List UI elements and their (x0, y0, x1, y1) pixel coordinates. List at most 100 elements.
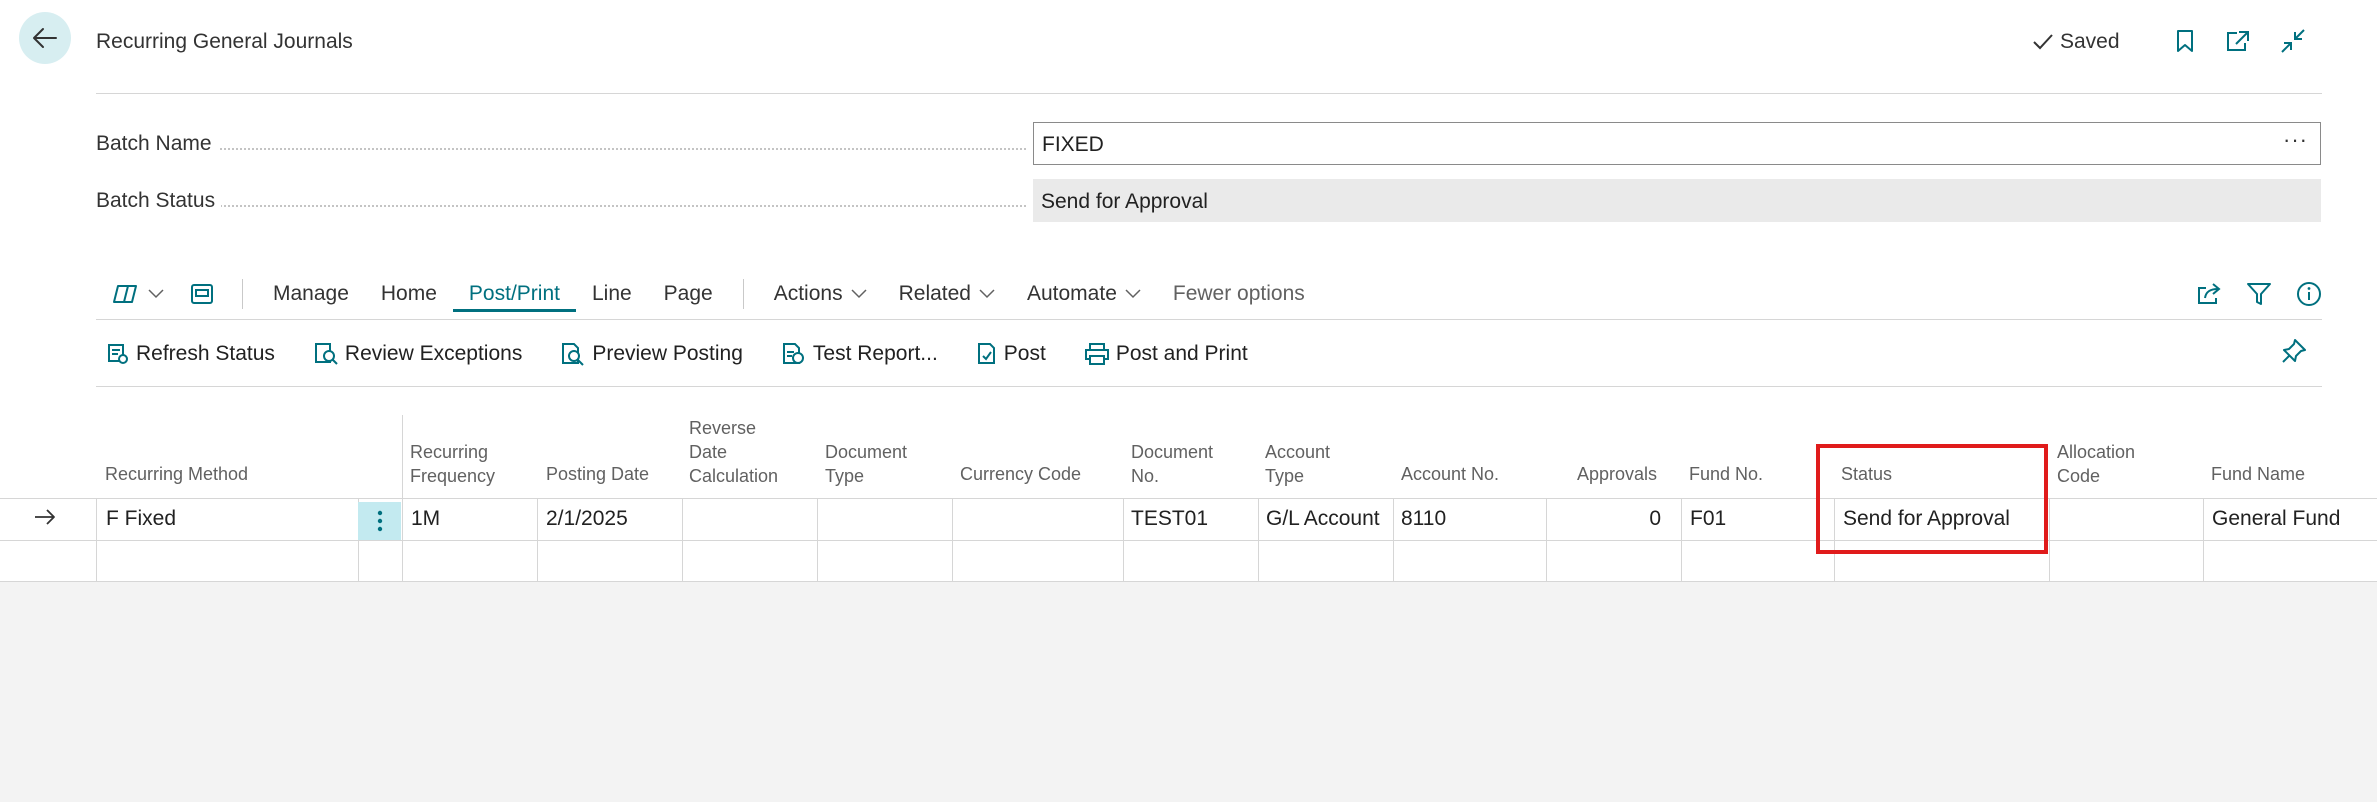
automate-menu-label: Automate (1026, 282, 1117, 305)
cell-approvals[interactable]: 0 (1546, 507, 1661, 531)
bookmark-button[interactable] (2170, 26, 2200, 56)
bookmark-icon (2177, 30, 2193, 52)
col-account-type[interactable]: Account Type (1265, 440, 1345, 488)
tab-page[interactable]: Page (648, 276, 729, 312)
tab-line[interactable]: Line (576, 276, 648, 312)
actions-menu-label: Actions (773, 282, 843, 305)
tab-post-print[interactable]: Post/Print (452, 276, 576, 312)
col-currency-code[interactable]: Currency Code (960, 462, 1081, 486)
filter-button[interactable] (2246, 274, 2272, 314)
grid-col-divider (682, 498, 683, 582)
preview-posting-button[interactable]: Preview Posting (560, 342, 743, 366)
grid-col-divider (1393, 498, 1394, 582)
col-account-no[interactable]: Account No. (1401, 462, 1499, 486)
command-bar: Refresh Status Review Exceptions Preview… (106, 333, 1248, 375)
cell-recurring-frequency[interactable]: 1M (411, 507, 440, 531)
related-menu-label: Related (898, 282, 971, 305)
saved-status: Saved (2032, 30, 2120, 54)
col-recurring-method[interactable]: Recurring Method (105, 462, 248, 486)
post-button[interactable]: Post (976, 342, 1046, 366)
col-reverse-date-calculation[interactable]: Reverse Date Calculation (689, 416, 784, 488)
grid-col-divider (96, 498, 97, 582)
refresh-status-icon (108, 344, 128, 364)
page-title: Recurring General Journals (96, 30, 353, 53)
copilot-menu-button[interactable] (112, 274, 164, 314)
batch-status-label: Batch Status (96, 189, 1026, 213)
cell-account-no[interactable]: 8110 (1401, 507, 1446, 531)
grid-col-divider (1123, 498, 1124, 582)
collapse-button[interactable] (2278, 26, 2308, 56)
current-row-indicator[interactable] (34, 508, 56, 531)
post-icon (977, 343, 995, 364)
grid-col-divider (402, 415, 403, 582)
col-document-type[interactable]: Document Type (825, 440, 920, 488)
refresh-status-button[interactable]: Refresh Status (106, 342, 275, 366)
grid-col-divider (1681, 498, 1682, 582)
more-vertical-icon (377, 510, 382, 532)
grid-col-divider (952, 498, 953, 582)
cell-document-no[interactable]: TEST01 (1131, 507, 1208, 531)
chevron-down-icon (979, 289, 995, 299)
back-button[interactable] (19, 12, 71, 64)
status-highlight-box (1816, 444, 2048, 554)
review-exceptions-label: Review Exceptions (344, 342, 523, 365)
separator (742, 279, 744, 309)
actions-menu[interactable]: Actions (758, 276, 883, 312)
col-approvals[interactable]: Approvals (1577, 462, 1657, 486)
share-button[interactable] (2196, 274, 2222, 314)
chevron-down-icon (1125, 289, 1141, 299)
post-and-print-button[interactable]: Post and Print (1084, 342, 1248, 366)
page-layout-icon (191, 284, 213, 304)
action-bar-right (2196, 268, 2322, 320)
col-posting-date[interactable]: Posting Date (546, 462, 649, 486)
cell-account-type[interactable]: G/L Account (1266, 507, 1380, 531)
fewer-options-button[interactable]: Fewer options (1157, 276, 1321, 312)
test-report-icon (782, 343, 804, 364)
post-and-print-icon (1084, 343, 1109, 365)
pin-icon (2282, 339, 2306, 363)
open-in-new-window-icon (2227, 31, 2249, 51)
saved-label: Saved (2060, 30, 2120, 53)
info-icon (2297, 282, 2321, 306)
separator (242, 279, 243, 309)
pin-action-bar-button[interactable] (2281, 338, 2307, 369)
automate-menu[interactable]: Automate (1011, 276, 1157, 312)
grid-col-divider (2049, 498, 2050, 582)
open-new-window-button[interactable] (2223, 26, 2253, 56)
grid-col-divider (537, 498, 538, 582)
collapse-icon (2281, 29, 2305, 53)
filter-icon (2247, 283, 2271, 305)
cell-posting-date[interactable]: 2/1/2025 (546, 507, 628, 531)
batch-name-lookup-button[interactable]: ··· (2283, 127, 2308, 153)
test-report-label: Test Report... (812, 342, 938, 365)
col-allocation-code[interactable]: Allocation Code (2057, 440, 2152, 488)
command-bar-divider (96, 386, 2322, 387)
cell-fund-no[interactable]: F01 (1690, 507, 1726, 531)
row-actions-button[interactable] (358, 502, 401, 540)
personalize-button[interactable] (190, 274, 214, 314)
info-button[interactable] (2296, 274, 2322, 314)
col-document-no[interactable]: Document No. (1131, 440, 1226, 488)
arrow-left-icon (33, 28, 57, 48)
review-exceptions-icon (314, 343, 338, 365)
col-recurring-frequency[interactable]: Recurring Frequency (410, 440, 500, 488)
test-report-button[interactable]: Test Report... (781, 342, 938, 366)
post-label: Post (1003, 342, 1046, 365)
preview-posting-label: Preview Posting (592, 342, 743, 365)
chevron-down-icon (851, 289, 867, 299)
tab-manage[interactable]: Manage (257, 276, 365, 312)
cell-fund-name[interactable]: General Fund (2212, 507, 2340, 531)
grid-col-divider (817, 498, 818, 582)
cell-recurring-method[interactable]: F Fixed (106, 507, 176, 531)
action-bar: Manage Home Post/Print Line Page Actions… (96, 268, 2322, 320)
header-divider (96, 93, 2322, 94)
review-exceptions-button[interactable]: Review Exceptions (313, 342, 522, 366)
leader-dots (96, 148, 1026, 150)
col-fund-no[interactable]: Fund No. (1689, 462, 1763, 486)
batch-name-input[interactable]: FIXED ··· (1033, 122, 2321, 165)
grid-col-divider (2203, 498, 2204, 582)
col-fund-name[interactable]: Fund Name (2211, 462, 2305, 486)
related-menu[interactable]: Related (883, 276, 1011, 312)
copilot-icon (113, 285, 137, 303)
tab-home[interactable]: Home (365, 276, 453, 312)
